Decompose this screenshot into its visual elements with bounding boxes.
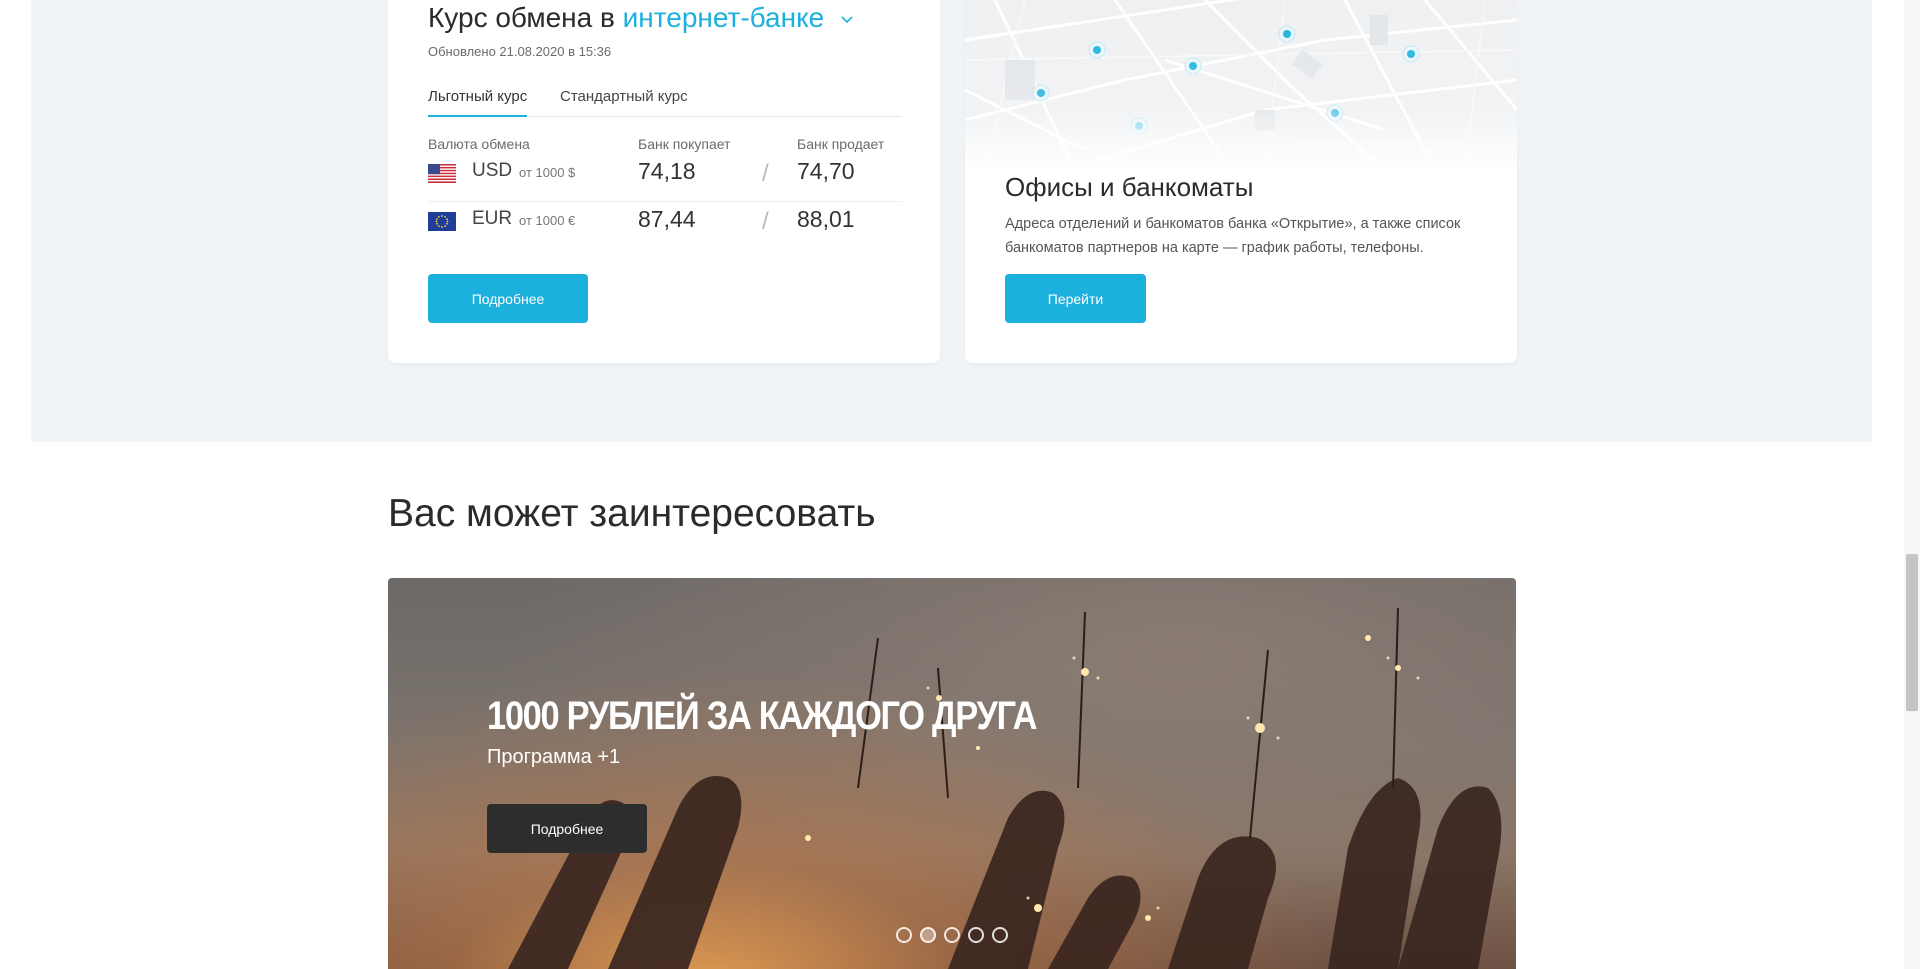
tab-preferential-rate[interactable]: Льготный курс (428, 88, 528, 117)
offices-title: Офисы и банкоматы (1005, 172, 1254, 202)
us-flag-icon (428, 164, 456, 183)
rates-channel-dropdown[interactable]: интернет-банке (623, 2, 825, 33)
chevron-down-icon[interactable] (840, 15, 854, 25)
currency-min-amount: от 1000 $ (519, 165, 576, 180)
currency-code: USD (472, 160, 513, 181)
offices-card: Офисы и банкоматы Адреса отделений и бан… (965, 0, 1517, 363)
sell-rate: 74,70 (797, 158, 855, 184)
buy-rate: 74,18 (638, 158, 696, 184)
promo-subtitle: Программа +1 (487, 746, 621, 768)
scrollbar-thumb[interactable] (1906, 554, 1918, 711)
section-title: Вас может заинтересовать (388, 492, 876, 535)
currency-min-amount: от 1000 € (519, 213, 576, 228)
tab-standard-rate[interactable]: Стандартный курс (560, 88, 688, 105)
sparklers-photo (508, 607, 1502, 969)
rate-separator: / (762, 160, 769, 187)
currency-code: EUR (472, 208, 513, 229)
column-header-currency: Валюта обмена (428, 136, 530, 152)
page-scrollbar[interactable] (1904, 0, 1920, 969)
promo-details-button[interactable]: Подробнее (487, 804, 647, 853)
rates-tabs: Льготный курс Стандартный курс (428, 86, 902, 117)
offices-go-button[interactable]: Перейти (1005, 274, 1146, 323)
rate-row-usd: USD от 1000 $ 74,18 / 74,70 (428, 154, 902, 202)
rates-title-prefix: Курс обмена в (428, 2, 615, 33)
carousel-dot-3[interactable] (944, 927, 960, 943)
rate-separator: / (762, 208, 769, 235)
promo-banner[interactable]: 1000 РУБЛЕЙ ЗА КАЖДОГО ДРУГА Программа +… (388, 578, 1516, 969)
promo-title: 1000 РУБЛЕЙ ЗА КАЖДОГО ДРУГА (487, 694, 1037, 738)
offices-description: Адреса отделений и банкоматов банка «Отк… (1005, 216, 1461, 256)
eu-flag-icon (428, 212, 456, 231)
column-header-sell: Банк продает (797, 136, 885, 152)
rate-row-eur: EUR от 1000 € 87,44 / 88,01 (428, 202, 902, 250)
carousel-dots (896, 927, 1008, 943)
carousel-dot-4[interactable] (968, 927, 984, 943)
office-map[interactable] (965, 0, 1517, 170)
carousel-dot-5[interactable] (992, 927, 1008, 943)
exchange-rates-card: Курс обмена в интернет-банке Обновлено 2… (388, 0, 940, 363)
column-header-buy: Банк покупает (638, 136, 731, 152)
carousel-dot-1[interactable] (896, 927, 912, 943)
sell-rate: 88,01 (797, 206, 855, 232)
buy-rate: 87,44 (638, 206, 696, 232)
rates-title: Курс обмена в интернет-банке (428, 2, 854, 34)
rates-updated-time: Обновлено 21.08.2020 в 15:36 (428, 44, 612, 59)
carousel-dot-2[interactable] (920, 927, 936, 943)
rates-offices-section (31, 0, 1872, 442)
rates-details-button[interactable]: Подробнее (428, 274, 588, 323)
